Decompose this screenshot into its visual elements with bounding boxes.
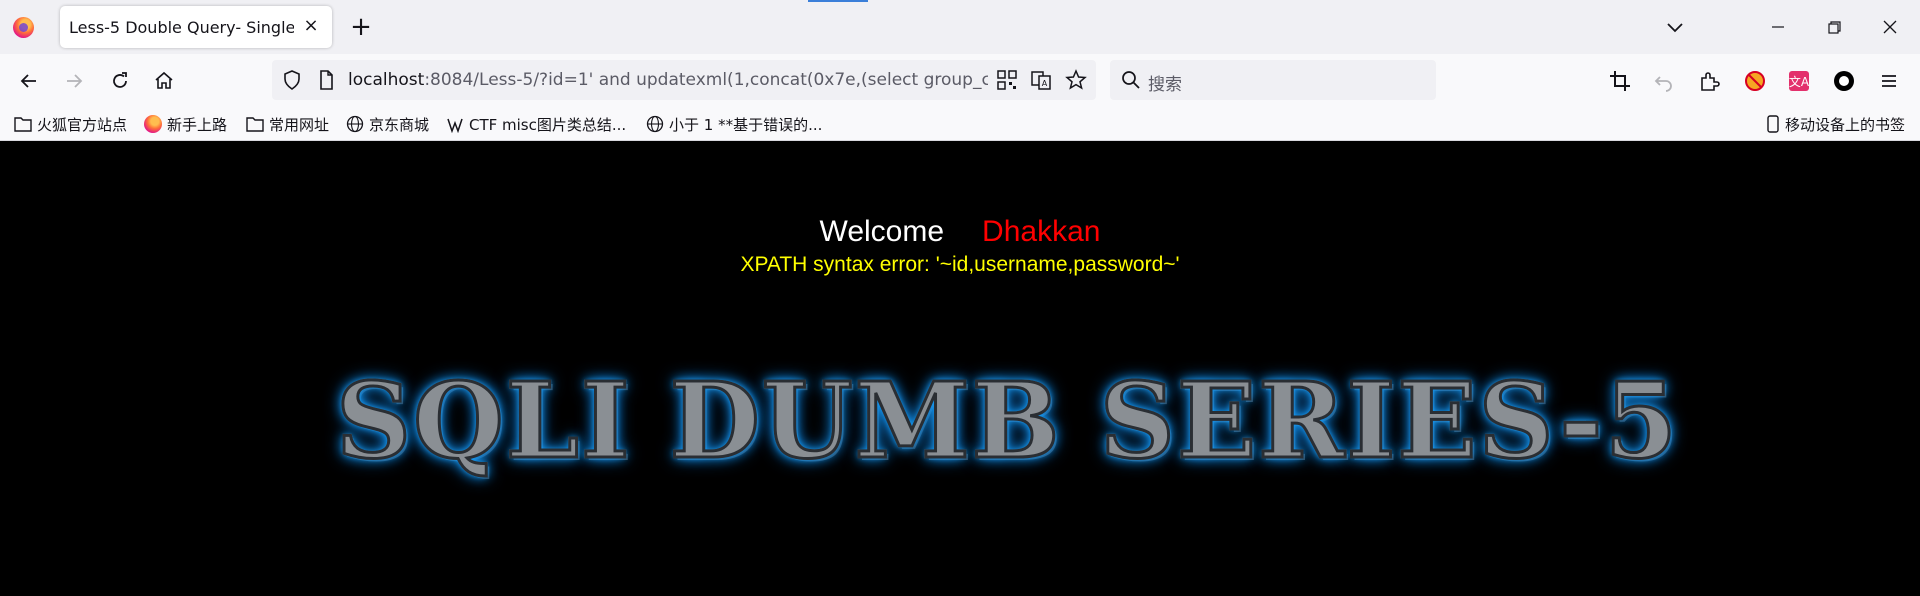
shield-icon[interactable] bbox=[280, 68, 304, 96]
undo-icon[interactable] bbox=[1651, 68, 1677, 94]
tab-title: Less-5 Double Query- Single Quotes- Stri… bbox=[69, 18, 294, 37]
bookmark-item[interactable]: CTF misc图片类总结... bbox=[446, 113, 626, 135]
extensions-icon[interactable] bbox=[1696, 68, 1722, 94]
navigation-toolbar: localhost:8084/Less-5/?id=1' and updatex… bbox=[0, 54, 1920, 108]
url-host: localhost bbox=[348, 70, 425, 90]
bookmark-label: 新手上路 bbox=[167, 115, 228, 134]
welcome-text: Welcome bbox=[819, 215, 945, 248]
bookmark-label: 小于 1 **基于错误的... bbox=[669, 115, 823, 134]
forward-arrow-icon[interactable] bbox=[61, 68, 87, 94]
svg-text:文A: 文A bbox=[1789, 74, 1810, 89]
bookmark-item[interactable]: 常用网址 bbox=[246, 113, 329, 135]
user-name: Dhakkan bbox=[982, 215, 1101, 248]
translate-icon[interactable]: A bbox=[1030, 69, 1052, 95]
tab-list-chevron-icon[interactable] bbox=[1663, 15, 1687, 39]
bookmarks-toolbar: 火狐官方站点 新手上路 常用网址 京东商城 CTF misc图片类总结... 小… bbox=[0, 108, 1920, 141]
account-circle-icon[interactable] bbox=[1831, 68, 1857, 94]
new-tab-button[interactable]: + bbox=[348, 14, 374, 40]
bookmark-item[interactable]: 小于 1 **基于错误的... bbox=[646, 113, 822, 135]
folder-icon bbox=[246, 117, 264, 132]
globe-icon bbox=[646, 115, 664, 133]
bookmark-star-icon[interactable] bbox=[1064, 68, 1088, 96]
firefox-icon bbox=[144, 115, 162, 133]
qr-code-icon[interactable] bbox=[996, 69, 1018, 95]
url-bar[interactable]: localhost:8084/Less-5/?id=1' and updatex… bbox=[272, 60, 1096, 100]
tab-close-button[interactable]: × bbox=[300, 15, 322, 37]
globe-icon bbox=[346, 115, 364, 133]
mobile-device-icon bbox=[1767, 115, 1779, 133]
close-window-icon[interactable] bbox=[1877, 14, 1903, 40]
home-icon[interactable] bbox=[151, 68, 177, 94]
search-bar[interactable]: 搜索 bbox=[1110, 60, 1436, 100]
sqli-series-banner: SQLI DUMB SERIES-5 bbox=[335, 359, 1679, 482]
banner-text: SQLI DUMB SERIES-5 bbox=[335, 359, 1679, 482]
page-info-icon[interactable] bbox=[314, 68, 338, 96]
bookmark-label: CTF misc图片类总结... bbox=[469, 115, 627, 134]
screenshot-crop-icon[interactable] bbox=[1607, 68, 1633, 94]
svg-text:A: A bbox=[1042, 79, 1048, 88]
bookmark-item[interactable]: 新手上路 bbox=[144, 113, 227, 135]
page-content: Welcome Dhakkan XPATH syntax error: '~id,… bbox=[0, 141, 1920, 596]
search-icon bbox=[1120, 69, 1142, 95]
mobile-bookmarks-label: 移动设备上的书签 bbox=[1785, 115, 1906, 134]
bookmark-label: 常用网址 bbox=[269, 115, 330, 134]
url-text[interactable]: localhost:8084/Less-5/?id=1' and updatex… bbox=[348, 60, 988, 100]
firefox-view-icon[interactable] bbox=[13, 17, 34, 38]
bookmark-item[interactable]: 火狐官方站点 bbox=[14, 113, 127, 135]
search-placeholder: 搜索 bbox=[1148, 75, 1182, 95]
tab-strip-accent bbox=[808, 0, 868, 2]
url-path: :8084/Less-5/?id=1' and updatexml(1,conc… bbox=[424, 70, 988, 90]
welcome-line: Welcome Dhakkan bbox=[0, 215, 1920, 249]
bookmark-item[interactable]: 京东商城 bbox=[346, 113, 429, 135]
folder-icon bbox=[14, 117, 32, 132]
mobile-bookmarks[interactable]: 移动设备上的书签 bbox=[1766, 113, 1905, 135]
bookmark-label: 火狐官方站点 bbox=[37, 115, 128, 134]
restore-icon[interactable] bbox=[1821, 14, 1847, 40]
menu-hamburger-icon[interactable] bbox=[1876, 68, 1902, 94]
blocked-extension-icon[interactable] bbox=[1742, 68, 1768, 94]
tab-strip: Less-5 Double Query- Single Quotes- Stri… bbox=[0, 0, 1920, 54]
active-tab[interactable]: Less-5 Double Query- Single Quotes- Stri… bbox=[60, 6, 332, 48]
xpath-error-message: XPATH syntax error: '~id,username,passwo… bbox=[740, 253, 1180, 276]
back-arrow-icon[interactable] bbox=[16, 68, 42, 94]
translation-extension-icon[interactable]: 文A bbox=[1786, 68, 1812, 94]
reload-icon[interactable] bbox=[107, 68, 133, 94]
ctf-icon bbox=[447, 118, 463, 133]
bookmark-label: 京东商城 bbox=[369, 115, 430, 134]
minimize-icon[interactable] bbox=[1765, 14, 1791, 40]
